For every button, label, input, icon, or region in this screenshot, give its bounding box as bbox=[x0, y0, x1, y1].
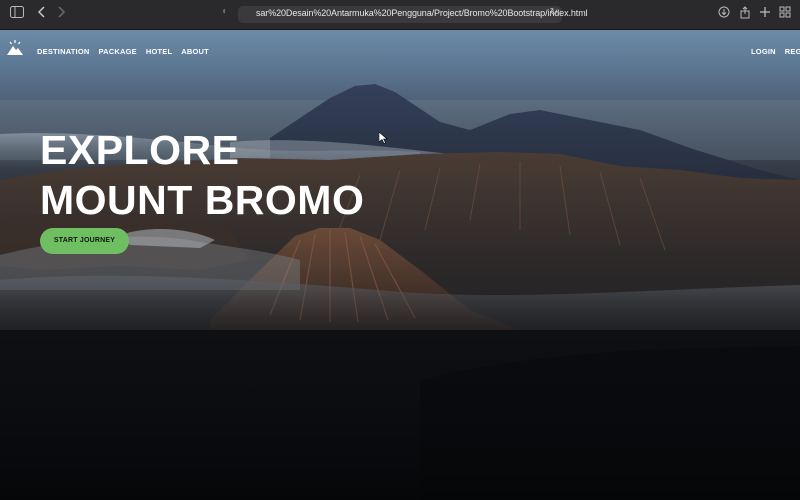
shield-icon: ◐ bbox=[222, 6, 229, 17]
nav-hotel[interactable]: HOTEL bbox=[146, 47, 172, 56]
hero-section bbox=[0, 30, 800, 500]
nav-about[interactable]: ABOUT bbox=[181, 47, 209, 56]
nav-package[interactable]: PACKAGE bbox=[98, 47, 136, 56]
auth-links: LOGIN REGIST bbox=[751, 47, 800, 56]
url-text: sar%20Desain%20Antarmuka%20Pengguna/Proj… bbox=[256, 8, 588, 18]
start-journey-button[interactable]: START JOURNEY bbox=[40, 228, 129, 254]
nav-destination[interactable]: DESTINATION bbox=[37, 47, 89, 56]
hero-title-line-2: MOUNT BROMO bbox=[40, 177, 365, 223]
mouse-pointer-icon bbox=[378, 131, 388, 144]
register-link[interactable]: REGIST bbox=[785, 47, 800, 56]
main-nav-links: DESTINATION PACKAGE HOTEL ABOUT bbox=[37, 47, 209, 56]
login-link[interactable]: LOGIN bbox=[751, 47, 776, 56]
sidebar-icon[interactable] bbox=[9, 6, 25, 22]
browser-toolbar: ◐ sar%20Desain%20Antarmuka%20Pengguna/Pr… bbox=[0, 0, 800, 30]
mountain-logo-icon[interactable] bbox=[6, 39, 24, 57]
reload-icon[interactable]: ↻ bbox=[550, 7, 558, 18]
hero-title: EXPLORE MOUNT BROMO bbox=[40, 125, 364, 225]
site-navbar: DESTINATION PACKAGE HOTEL ABOUT LOGIN RE… bbox=[0, 30, 800, 74]
share-icon[interactable] bbox=[737, 6, 753, 22]
mountain-background-image bbox=[0, 84, 800, 500]
forward-icon[interactable] bbox=[53, 6, 69, 22]
hero-title-line-1: EXPLORE bbox=[40, 127, 240, 173]
back-icon[interactable] bbox=[34, 6, 50, 22]
download-icon[interactable] bbox=[716, 6, 732, 22]
tab-overview-icon[interactable] bbox=[777, 6, 793, 22]
address-bar[interactable]: ◐ sar%20Desain%20Antarmuka%20Pengguna/Pr… bbox=[222, 6, 588, 23]
new-tab-icon[interactable] bbox=[757, 6, 773, 22]
